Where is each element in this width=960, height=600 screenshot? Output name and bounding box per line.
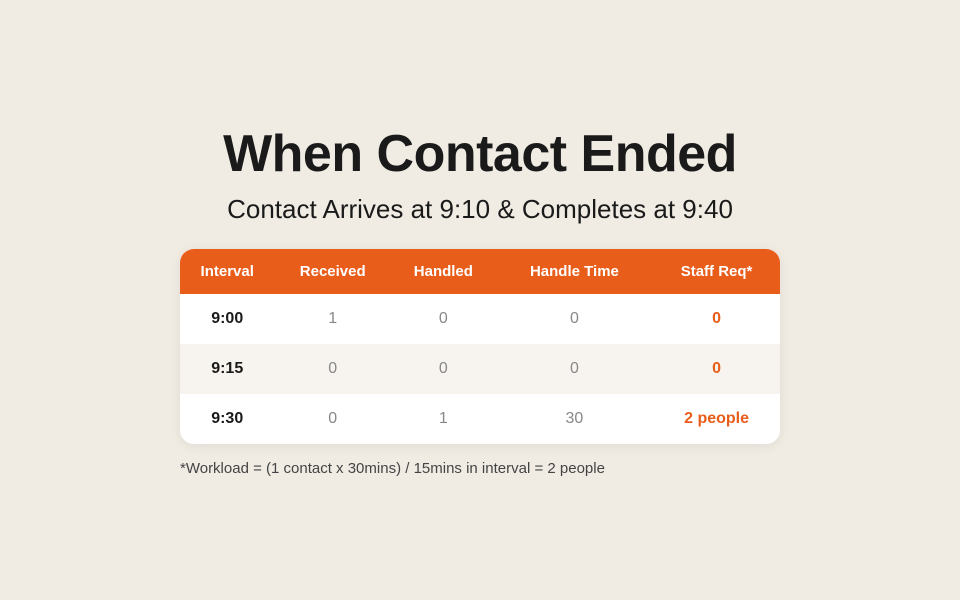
cell-received: 0 <box>274 394 391 444</box>
col-header-handle-time: Handle Time <box>496 249 653 294</box>
cell-received: 1 <box>274 294 391 344</box>
cell-handled: 0 <box>391 294 496 344</box>
page-title: When Contact Ended <box>223 124 737 184</box>
cell-interval: 9:30 <box>180 394 274 444</box>
cell-handle-time: 30 <box>496 394 653 444</box>
cell-staff-req: 0 <box>653 344 780 394</box>
cell-staff-req: 0 <box>653 294 780 344</box>
page-subtitle: Contact Arrives at 9:10 & Completes at 9… <box>227 194 733 225</box>
page-container: When Contact Ended Contact Arrives at 9:… <box>0 104 960 497</box>
col-header-staff-req: Staff Req* <box>653 249 780 294</box>
table-header-row: Interval Received Handled Handle Time St… <box>180 249 780 294</box>
col-header-interval: Interval <box>180 249 274 294</box>
data-table-wrapper: Interval Received Handled Handle Time St… <box>180 249 780 444</box>
col-header-handled: Handled <box>391 249 496 294</box>
cell-interval: 9:00 <box>180 294 274 344</box>
cell-staff-req: 2 people <box>653 394 780 444</box>
col-header-received: Received <box>274 249 391 294</box>
cell-received: 0 <box>274 344 391 394</box>
cell-handle-time: 0 <box>496 294 653 344</box>
table-row: 9:001000 <box>180 294 780 344</box>
cell-handle-time: 0 <box>496 344 653 394</box>
data-table: Interval Received Handled Handle Time St… <box>180 249 780 444</box>
table-row: 9:3001302 people <box>180 394 780 444</box>
table-row: 9:150000 <box>180 344 780 394</box>
cell-handled: 0 <box>391 344 496 394</box>
cell-handled: 1 <box>391 394 496 444</box>
cell-interval: 9:15 <box>180 344 274 394</box>
footnote-text: *Workload = (1 contact x 30mins) / 15min… <box>180 460 780 477</box>
